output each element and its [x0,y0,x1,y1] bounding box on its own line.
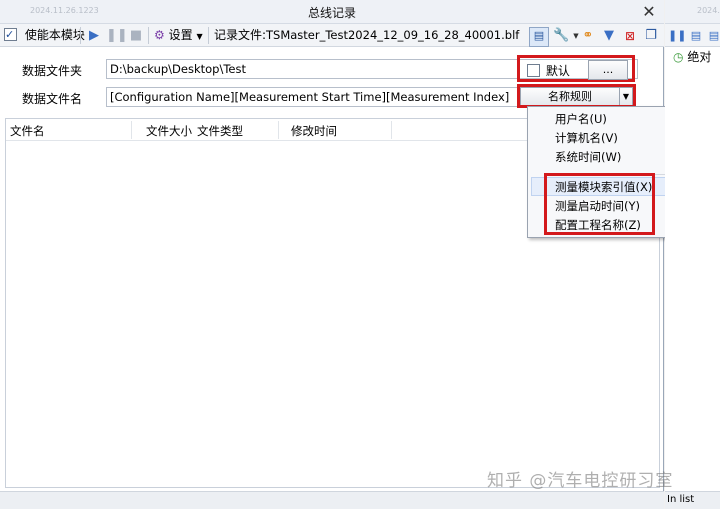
toolbar-divider [208,27,209,44]
list-icon[interactable]: ▤ [688,28,704,44]
wrench-icon[interactable]: 🔧 [553,28,569,44]
menu-item-username[interactable]: 用户名(U) [555,109,607,129]
default-option[interactable]: 默认 [527,62,570,79]
data-filename-field[interactable]: [Configuration Name][Measurement Start T… [106,87,520,107]
link-icon[interactable]: ⚭ [580,28,596,44]
pause-icon[interactable]: ❚❚ [668,28,686,44]
menu-item-system-time[interactable]: 系统时间(W) [555,147,621,167]
data-folder-label: 数据文件夹 [22,64,83,78]
pause-icon[interactable]: ❚❚ [106,28,128,44]
horizontal-scrollbar[interactable] [0,491,664,509]
column-divider [278,121,279,139]
record-file-name: TSMaster_Test2024_12_09_16_28_40001.blf [266,28,520,42]
filter-icon[interactable]: ▼ [601,28,617,44]
stop-icon[interactable]: ■ [128,28,144,44]
highlight-box [517,84,636,108]
highlight-box [544,173,655,235]
list-icon[interactable]: ▤ [706,28,720,44]
enable-module-label: 使能本模块 [24,28,85,42]
column-header-modified[interactable]: 修改时间 [291,123,337,139]
adjacent-status-bar: In list [665,491,720,509]
clear-icon[interactable]: ⊠ [622,28,638,44]
watermark: 知乎 @汽车电控研习室 [487,471,674,491]
column-header-filesize[interactable]: 文件大小 [146,123,192,139]
default-label: 默认 [545,64,570,78]
toolbar-divider [80,27,81,44]
adjacent-title-bar: 2024.1 [665,0,720,24]
toolbar: 使能本模块 ▶ ❚❚ ■ ⚙ 设置 ▼ 记录文件: TSMaster_Test2… [0,24,664,47]
default-checkbox[interactable] [527,64,540,77]
enable-module-checkbox[interactable] [4,26,17,43]
gear-icon: ⚙ [154,28,165,42]
chevron-down-icon: ▼ [196,32,203,41]
column-divider [391,121,392,139]
close-icon[interactable]: ✕ [638,1,660,23]
browse-button[interactable]: ... [588,60,628,80]
enable-module-toggle[interactable]: 使能本模块 [4,26,85,44]
window-icon[interactable]: ❐ [643,28,659,44]
settings-label: 设置 [168,28,193,42]
data-filename-label: 数据文件名 [22,92,83,106]
window-title: 总线记录 [307,6,356,20]
stats-icon[interactable]: ▤ [529,27,549,47]
column-header-filename[interactable]: 文件名 [10,123,45,139]
column-header-filetype[interactable]: 文件类型 [197,123,243,139]
adjacent-window: 2024.1 ❚❚ ▤ ▤ ◷ 绝对 In list [665,0,720,509]
bus-logging-window: 2024.11.26.1223 总线记录 ✕ 使能本模块 ▶ ❚❚ ■ ⚙ 设置… [0,0,664,509]
adjacent-toolbar: ❚❚ ▤ ▤ [665,24,720,47]
menu-item-computer-name[interactable]: 计算机名(V) [555,128,618,148]
adjacent-row-label: 绝对 [687,50,712,64]
play-icon[interactable]: ▶ [86,28,102,44]
data-folder-field[interactable]: D:\backup\Desktop\Test [106,59,518,79]
clock-icon: ◷ [673,50,684,64]
title-bar: 2024.11.26.1223 总线记录 ✕ [0,0,664,24]
toolbar-divider [148,27,149,44]
column-divider [131,121,132,139]
adjacent-row[interactable]: ◷ 绝对 [673,48,711,65]
record-file-label: 记录文件: [214,28,267,42]
settings-button[interactable]: ⚙ 设置 ▼ [154,27,203,44]
ghost-timestamp: 2024.1 [697,6,720,15]
